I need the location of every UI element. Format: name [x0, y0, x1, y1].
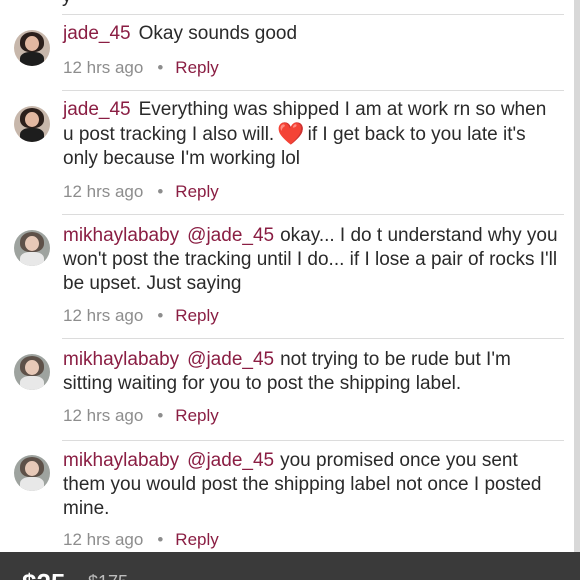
- reply-button[interactable]: Reply: [175, 406, 218, 425]
- avatar[interactable]: [14, 30, 50, 66]
- avatar[interactable]: [14, 230, 50, 266]
- comment-meta: 12 hrs ago • Reply: [63, 406, 219, 426]
- comment-text: jade_45 Everything was shipped I am at wo…: [63, 98, 560, 171]
- comment-meta: 12 hrs ago • Reply: [63, 530, 219, 550]
- comment-username[interactable]: mikhaylababy: [63, 450, 179, 471]
- comment-mention[interactable]: @jade_45: [187, 349, 274, 370]
- separator-dot: •: [157, 406, 164, 425]
- comment-username[interactable]: mikhaylababy: [63, 349, 179, 370]
- comment-text: mikhaylababy @jade_45 you promised once yo…: [63, 449, 560, 521]
- comments-screen: y jade_45 Okay sounds good 12 hrs ago • Rep…: [0, 0, 580, 580]
- comment-body: Okay sounds good: [138, 23, 298, 44]
- listing-price: $25: [22, 568, 65, 580]
- avatar[interactable]: [14, 455, 50, 491]
- reply-button[interactable]: Reply: [175, 530, 218, 549]
- divider: [62, 14, 564, 15]
- comment-timestamp: 12 hrs ago: [63, 406, 144, 425]
- clipped-comment-tail: y: [62, 0, 72, 8]
- comment-meta: 12 hrs ago • Reply: [63, 306, 219, 326]
- comment-timestamp: 12 hrs ago: [63, 530, 144, 549]
- comment-meta: 12 hrs ago • Reply: [63, 58, 219, 78]
- avatar[interactable]: [14, 354, 50, 390]
- listing-price-bar: $25 $175: [0, 552, 580, 580]
- reply-button[interactable]: Reply: [175, 58, 218, 77]
- comment-timestamp: 12 hrs ago: [63, 182, 144, 201]
- reply-button[interactable]: Reply: [175, 182, 218, 201]
- comment-username[interactable]: mikhaylababy: [63, 225, 179, 246]
- comment-timestamp: 12 hrs ago: [63, 306, 144, 325]
- comment-meta: 12 hrs ago • Reply: [63, 182, 219, 202]
- comment-mention[interactable]: @jade_45: [187, 450, 274, 471]
- divider: [62, 214, 564, 215]
- comment-username[interactable]: jade_45: [63, 99, 131, 120]
- separator-dot: •: [157, 58, 164, 77]
- divider: [62, 338, 564, 339]
- separator-dot: •: [157, 182, 164, 201]
- comment-text: jade_45 Okay sounds good: [63, 22, 560, 46]
- divider: [62, 90, 564, 91]
- comment-username[interactable]: jade_45: [63, 23, 131, 44]
- separator-dot: •: [157, 306, 164, 325]
- comment-text: mikhaylababy @jade_45 okay... I do t under…: [63, 224, 560, 296]
- separator-dot: •: [157, 530, 164, 549]
- divider: [62, 440, 564, 441]
- comment-text: mikhaylababy @jade_45 not trying to be rud…: [63, 348, 560, 396]
- comment-mention[interactable]: @jade_45: [187, 225, 274, 246]
- comment-timestamp: 12 hrs ago: [63, 58, 144, 77]
- scroll-edge: [574, 0, 580, 552]
- avatar[interactable]: [14, 106, 50, 142]
- heart-emoji-icon: ❤️: [277, 121, 305, 146]
- original-price: $175: [88, 572, 128, 580]
- reply-button[interactable]: Reply: [175, 306, 218, 325]
